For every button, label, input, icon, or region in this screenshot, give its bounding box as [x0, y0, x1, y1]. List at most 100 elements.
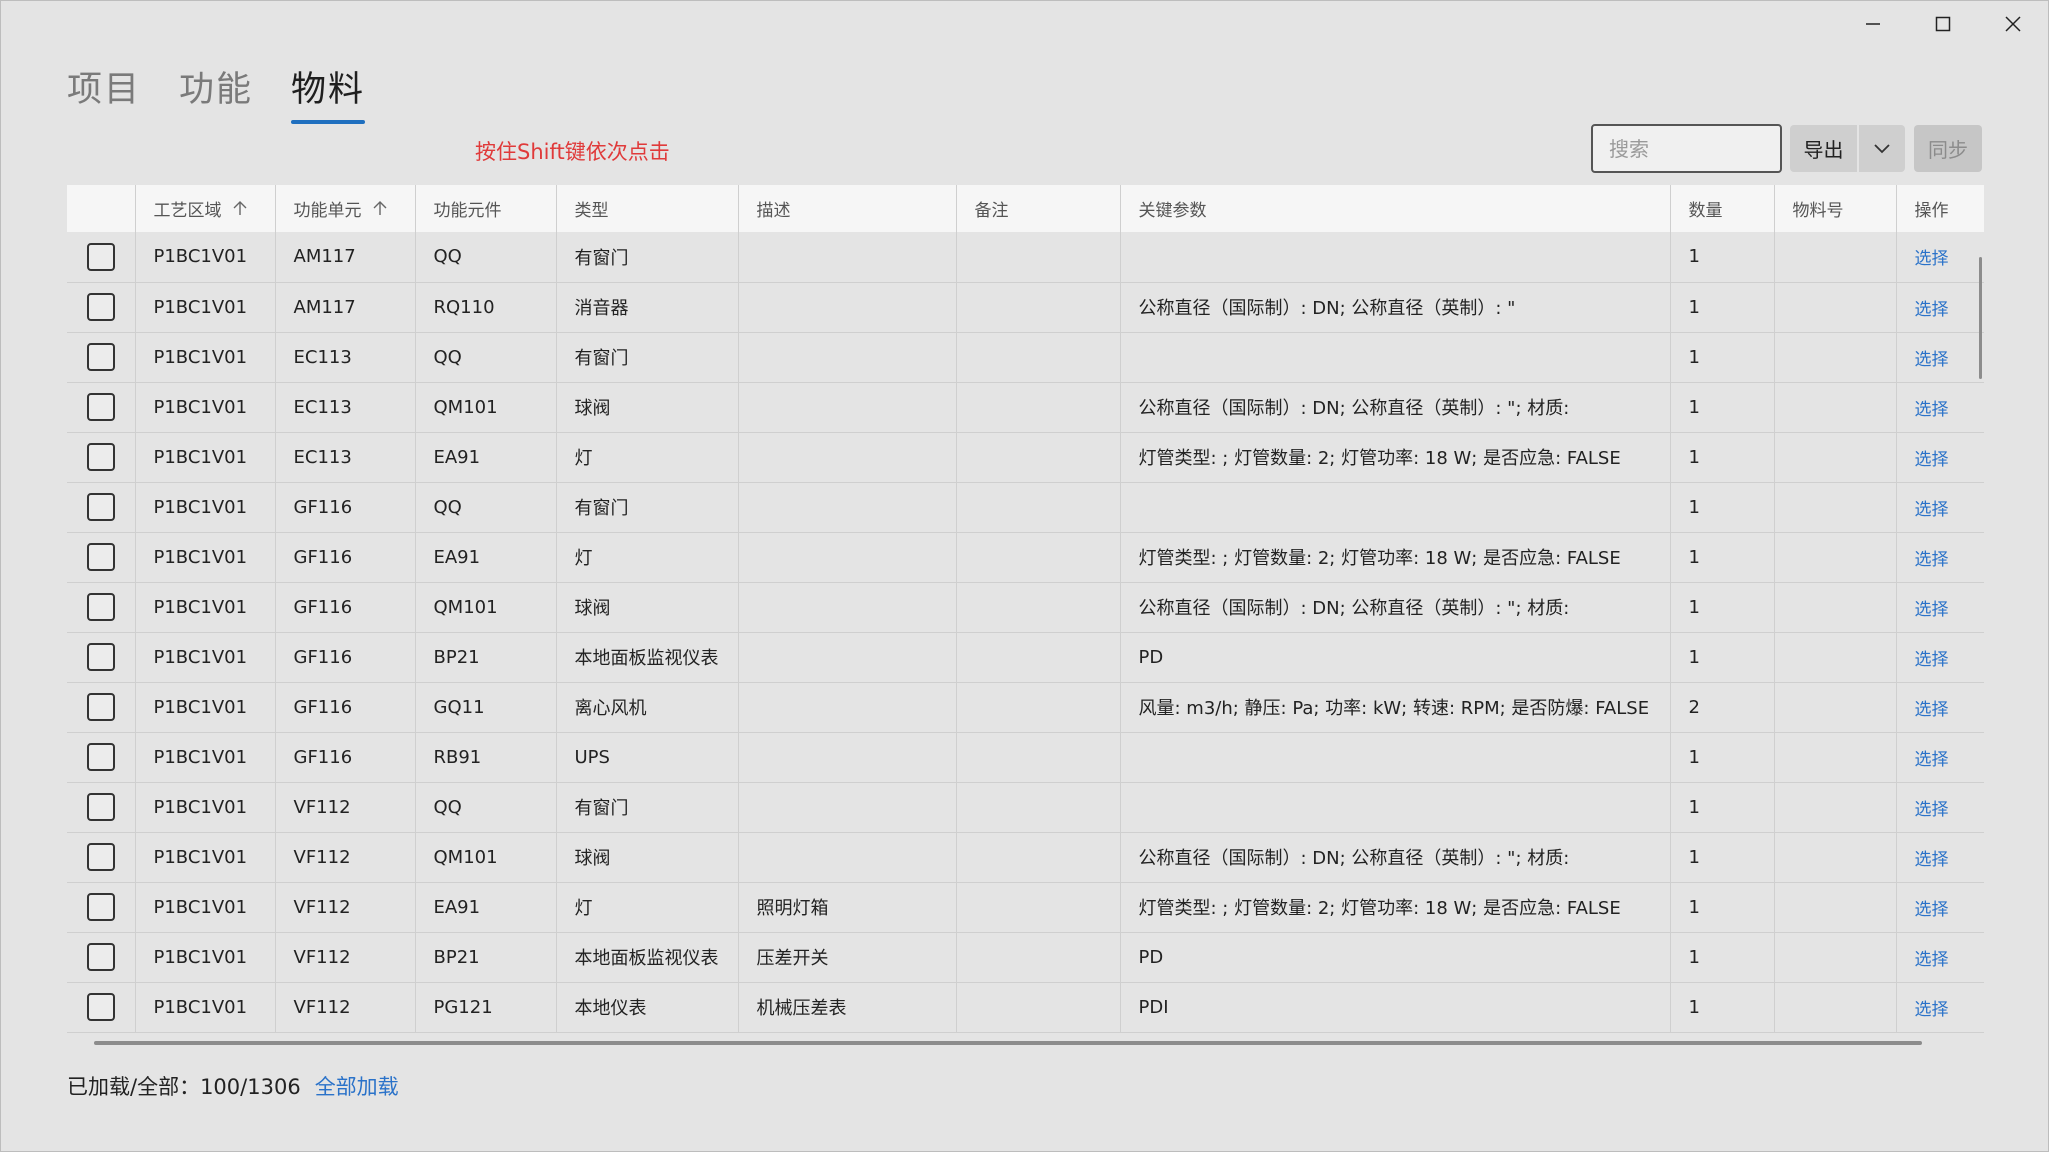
- table-row[interactable]: P1BC1V01 VF112 BP21 本地面板监视仪表 压差开关 PD 1 选择: [67, 932, 1984, 983]
- tab-project[interactable]: 项目: [67, 61, 141, 122]
- select-link[interactable]: 选择: [1915, 900, 1949, 920]
- row-checkbox[interactable]: [86, 943, 115, 971]
- row-checkbox[interactable]: [86, 843, 115, 871]
- export-dropdown-button[interactable]: [1859, 125, 1905, 172]
- cell-description: 照明灯箱: [738, 882, 957, 933]
- cell-process-area: P1BC1V01: [135, 982, 276, 1033]
- select-link[interactable]: 选择: [1915, 400, 1949, 420]
- row-checkbox[interactable]: [86, 493, 115, 521]
- table-row[interactable]: P1BC1V01 EC113 QM101 球阀 公称直径（国际制）: DN; 公称直径（…: [67, 382, 1984, 433]
- cell-key-params: PDI: [1120, 982, 1671, 1033]
- row-select-cell: [67, 832, 136, 883]
- row-checkbox[interactable]: [86, 593, 115, 621]
- cell-key-params: [1120, 782, 1671, 833]
- row-checkbox[interactable]: [86, 242, 115, 271]
- maximize-button[interactable]: [1908, 1, 1978, 47]
- cell-quantity: 2: [1670, 682, 1775, 733]
- close-icon: [2005, 16, 2021, 32]
- row-checkbox[interactable]: [86, 743, 115, 771]
- table-row[interactable]: P1BC1V01 GF116 BP21 本地面板监视仪表 PD 1 选择: [67, 632, 1984, 683]
- sort-up-icon[interactable]: [232, 200, 248, 221]
- row-checkbox[interactable]: [86, 543, 115, 571]
- header-key-params[interactable]: 关键参数: [1120, 185, 1671, 232]
- table-row[interactable]: P1BC1V01 GF116 QQ 有窗门 1 选择: [67, 482, 1984, 533]
- cell-action: 选择: [1896, 682, 1984, 733]
- header-function-element[interactable]: 功能元件: [415, 185, 557, 232]
- select-link[interactable]: 选择: [1915, 350, 1949, 370]
- table-row[interactable]: P1BC1V01 GF116 GQ11 离心风机 风量: m3/h; 静压: Pa; 功…: [67, 682, 1984, 733]
- cell-quantity: 1: [1670, 782, 1775, 833]
- cell-material-no: [1774, 232, 1897, 283]
- row-checkbox[interactable]: [86, 393, 115, 421]
- table-row[interactable]: P1BC1V01 EC113 QQ 有窗门 1 选择: [67, 332, 1984, 383]
- cell-quantity: 1: [1670, 332, 1775, 383]
- select-link[interactable]: 选择: [1915, 300, 1949, 320]
- minimize-button[interactable]: [1838, 1, 1908, 47]
- window-controls: [1838, 1, 2048, 47]
- row-checkbox[interactable]: [86, 643, 115, 671]
- header-material-no[interactable]: 物料号: [1774, 185, 1897, 232]
- cell-quantity: 1: [1670, 232, 1775, 283]
- header-quantity[interactable]: 数量: [1670, 185, 1775, 232]
- cell-function-unit: GF116: [275, 532, 416, 583]
- cell-key-params: 公称直径（国际制）: DN; 公称直径（英制）: "; 材质:: [1120, 582, 1671, 633]
- select-link[interactable]: 选择: [1915, 550, 1949, 570]
- select-link[interactable]: 选择: [1915, 249, 1949, 269]
- sort-up-icon[interactable]: [372, 200, 388, 221]
- select-link[interactable]: 选择: [1915, 850, 1949, 870]
- cell-function-element: PG121: [415, 982, 557, 1033]
- cell-function-element: EA91: [415, 882, 557, 933]
- select-link[interactable]: 选择: [1915, 600, 1949, 620]
- cell-function-element: EA91: [415, 432, 557, 483]
- select-link[interactable]: 选择: [1915, 950, 1949, 970]
- table-row[interactable]: P1BC1V01 GF116 QM101 球阀 公称直径（国际制）: DN; 公称直径（…: [67, 582, 1984, 633]
- sync-button[interactable]: 同步: [1914, 125, 1982, 172]
- table-row[interactable]: P1BC1V01 EC113 EA91 灯 灯管类型: ; 灯管数量: 2; 灯管功率:…: [67, 432, 1984, 483]
- select-link[interactable]: 选择: [1915, 1000, 1949, 1020]
- header-function-unit[interactable]: 功能单元: [275, 185, 416, 232]
- table-row[interactable]: P1BC1V01 AM117 QQ 有窗门 1 选择: [67, 232, 1984, 283]
- horizontal-scrollbar[interactable]: [94, 1041, 1922, 1045]
- row-checkbox[interactable]: [86, 443, 115, 471]
- table-row[interactable]: P1BC1V01 VF112 QM101 球阀 公称直径（国际制）: DN; 公称直径（…: [67, 832, 1984, 883]
- row-checkbox[interactable]: [86, 793, 115, 821]
- cell-type: 有窗门: [556, 782, 739, 833]
- export-button[interactable]: 导出: [1790, 125, 1857, 172]
- vertical-scrollbar[interactable]: [1979, 257, 1982, 379]
- tab-material[interactable]: 物料: [291, 61, 366, 124]
- row-checkbox[interactable]: [86, 893, 115, 921]
- table-row[interactable]: P1BC1V01 VF112 EA91 灯照明灯箱 灯管类型: ; 灯管数量: 2; 灯…: [67, 882, 1984, 933]
- header-remark[interactable]: 备注: [956, 185, 1121, 232]
- cell-process-area: P1BC1V01: [135, 832, 276, 883]
- table-row[interactable]: P1BC1V01 VF112 PG121 本地仪表 机械压差表 PDI 1 选择: [67, 982, 1984, 1033]
- footer: 已加载/全部：100/1306 全部加载: [67, 1071, 399, 1101]
- select-link[interactable]: 选择: [1915, 650, 1949, 670]
- table-row[interactable]: P1BC1V01 AM117 RQ110 消音器 公称直径（国际制）: DN; 公称直径…: [67, 282, 1984, 333]
- cell-function-element: GQ11: [415, 682, 557, 733]
- row-checkbox[interactable]: [86, 343, 115, 371]
- table-row[interactable]: P1BC1V01 GF116 RB91 UPS 1 选择: [67, 732, 1984, 783]
- select-link[interactable]: 选择: [1915, 700, 1949, 720]
- close-button[interactable]: [1978, 1, 2048, 47]
- tab-function[interactable]: 功能: [179, 61, 253, 122]
- row-checkbox[interactable]: [86, 293, 115, 321]
- cell-function-element: QQ: [415, 482, 557, 533]
- cell-quantity: 1: [1670, 482, 1775, 533]
- table-row[interactable]: P1BC1V01 VF112 QQ 有窗门 1 选择: [67, 782, 1984, 833]
- select-link[interactable]: 选择: [1915, 450, 1949, 470]
- table-row[interactable]: P1BC1V01 GF116 EA91 灯 灯管类型: ; 灯管数量: 2; 灯管功率:…: [67, 532, 1984, 583]
- cell-type: 有窗门: [556, 482, 739, 533]
- select-link[interactable]: 选择: [1915, 800, 1949, 820]
- select-link[interactable]: 选择: [1915, 750, 1949, 770]
- cell-type: 有窗门: [556, 232, 739, 283]
- cell-key-params: [1120, 732, 1671, 783]
- header-type[interactable]: 类型: [556, 185, 739, 232]
- header-description[interactable]: 描述: [738, 185, 957, 232]
- select-link[interactable]: 选择: [1915, 500, 1949, 520]
- row-checkbox[interactable]: [86, 993, 115, 1021]
- cell-material-no: [1774, 932, 1897, 983]
- search-input[interactable]: [1591, 124, 1782, 173]
- row-checkbox[interactable]: [86, 693, 115, 721]
- load-all-link[interactable]: 全部加载: [315, 1071, 399, 1101]
- header-process-area[interactable]: 工艺区域: [135, 185, 276, 232]
